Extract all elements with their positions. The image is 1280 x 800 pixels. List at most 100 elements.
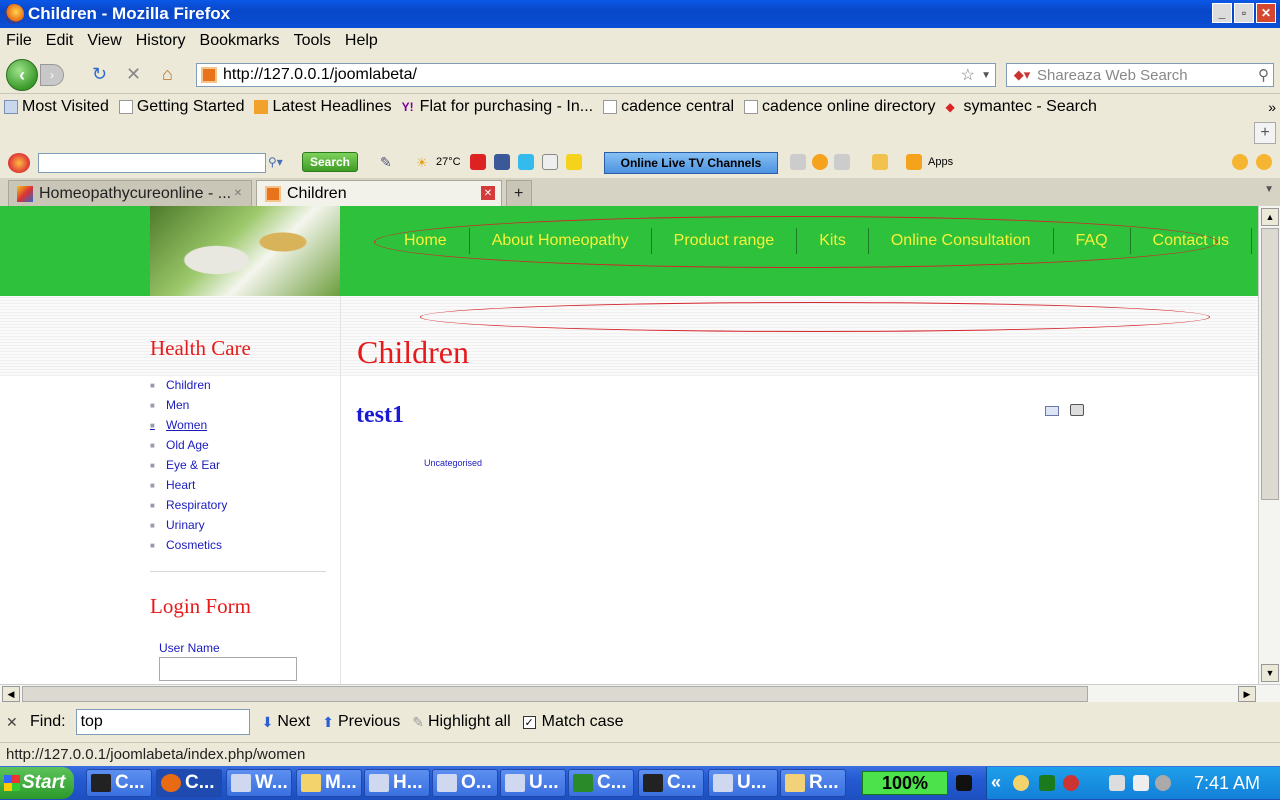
anchor-icon[interactable]: [542, 154, 558, 170]
category-link[interactable]: Uncategorised: [424, 458, 482, 468]
new-tab-button[interactable]: +: [506, 180, 532, 206]
tray-security-icon[interactable]: [1063, 775, 1079, 791]
taskbar-item-c-chart[interactable]: C...: [568, 769, 634, 797]
music-icon[interactable]: [790, 154, 806, 170]
find-previous-button[interactable]: ⬆ Previous: [322, 713, 400, 731]
apps-label[interactable]: Apps: [928, 156, 953, 168]
addon-search-button[interactable]: Search: [302, 152, 358, 172]
user-name-input[interactable]: [159, 657, 297, 681]
sidebar-item-women[interactable]: ■ Women: [150, 415, 326, 435]
horizontal-scroll-thumb[interactable]: [22, 686, 1088, 702]
highlight-all-button[interactable]: ✎ Highlight all: [412, 713, 510, 731]
more-bookmarks-chevron-icon[interactable]: »: [1268, 99, 1276, 115]
tray-expand-arrows-icon[interactable]: «: [991, 772, 1001, 793]
minimize-button[interactable]: _: [1212, 3, 1232, 23]
taskbar-item-firefox[interactable]: C...: [156, 769, 222, 797]
tray-clock-icon[interactable]: [1013, 775, 1029, 791]
taskbar-item-r[interactable]: R...: [780, 769, 846, 797]
vertical-scrollbar[interactable]: ▲ ▼: [1258, 206, 1280, 684]
menu-view[interactable]: View: [87, 32, 121, 50]
tools-icon[interactable]: ✎: [380, 154, 392, 171]
sidebar-item-heart[interactable]: ■ Heart: [150, 475, 326, 495]
taskbar-item-u-2[interactable]: U...: [708, 769, 778, 797]
taskbar-item-cmd-2[interactable]: C...: [638, 769, 704, 797]
close-find-bar-icon[interactable]: ✕: [6, 714, 20, 731]
tray-network-icon[interactable]: [1039, 775, 1055, 791]
volume-icon[interactable]: [834, 154, 850, 170]
menu-history[interactable]: History: [136, 32, 186, 50]
horizontal-scrollbar[interactable]: ◀ ▶: [0, 684, 1280, 702]
scroll-left-arrow-icon[interactable]: ◀: [2, 686, 20, 702]
menu-edit[interactable]: Edit: [46, 32, 74, 50]
stop-icon[interactable]: ✕: [126, 64, 141, 85]
back-button[interactable]: ‹: [6, 59, 38, 91]
match-case-checkbox[interactable]: ✓ Match case: [522, 713, 623, 731]
sidebar-item-men[interactable]: ■ Men: [150, 395, 326, 415]
power-plug-icon[interactable]: [956, 775, 972, 791]
taskbar-item-w[interactable]: W...: [226, 769, 292, 797]
web-search-box[interactable]: ◆▾ Shareaza Web Search ⚲: [1006, 63, 1274, 87]
weather-icon[interactable]: ☀: [416, 155, 428, 171]
tray-flag-icon[interactable]: [1133, 775, 1149, 791]
reload-icon[interactable]: ↻: [92, 64, 107, 85]
menu-help[interactable]: Help: [345, 32, 378, 50]
play-icon[interactable]: [812, 154, 828, 170]
battery-indicator[interactable]: 100%: [862, 771, 948, 795]
tray-disconnected-icon[interactable]: [1109, 775, 1125, 791]
addon-search-input[interactable]: [38, 153, 266, 173]
article-title-link[interactable]: test1: [356, 402, 404, 429]
youtube-icon[interactable]: [470, 154, 486, 170]
email-icon[interactable]: [1045, 406, 1059, 416]
addon-search-icon[interactable]: ⚲▾: [268, 155, 283, 169]
find-next-button[interactable]: ⬇ Next: [262, 713, 311, 731]
bookmark-most-visited[interactable]: Most Visited: [4, 98, 109, 116]
print-icon[interactable]: [1070, 404, 1084, 416]
apps-plus-icon[interactable]: [906, 154, 922, 170]
close-tab-icon[interactable]: ✕: [231, 186, 245, 200]
facebook-icon[interactable]: [494, 154, 510, 170]
twitter-icon[interactable]: [518, 154, 534, 170]
close-window-button[interactable]: ✕: [1256, 3, 1276, 23]
menu-file[interactable]: File: [6, 32, 32, 50]
addon-plus-icon[interactable]: [1232, 154, 1248, 170]
toolbar-logo-icon[interactable]: [8, 153, 30, 173]
ebay-icon[interactable]: [566, 154, 582, 170]
sidebar-item-eye-ear[interactable]: ■ Eye & Ear: [150, 455, 326, 475]
forward-button[interactable]: ›: [40, 64, 64, 86]
url-dropdown-icon[interactable]: ▼: [981, 70, 991, 81]
taskbar-item-h[interactable]: H...: [364, 769, 430, 797]
tab-children[interactable]: Children ✕: [256, 180, 502, 206]
add-toolbar-plus-icon[interactable]: +: [1254, 122, 1276, 144]
bookmark-cadence-directory[interactable]: cadence online directory: [744, 98, 935, 116]
sidebar-item-urinary[interactable]: ■ Urinary: [150, 515, 326, 535]
sidebar-item-respiratory[interactable]: ■ Respiratory: [150, 495, 326, 515]
bookmark-latest-headlines[interactable]: Latest Headlines: [254, 98, 392, 116]
start-button[interactable]: Start: [0, 767, 74, 799]
home-icon[interactable]: ⌂: [162, 64, 173, 85]
close-tab-icon[interactable]: ✕: [481, 186, 495, 200]
tab-homeopathycureonline[interactable]: Homeopathycureonline - ... ✕: [8, 180, 252, 206]
search-engine-icon[interactable]: ◆▾: [1007, 64, 1037, 86]
taskbar-item-cmd-1[interactable]: C...: [86, 769, 152, 797]
taskbar-item-u-1[interactable]: U...: [500, 769, 566, 797]
scroll-up-arrow-icon[interactable]: ▲: [1261, 208, 1279, 226]
bookmark-flat-purchasing[interactable]: Y! Flat for purchasing - In...: [402, 98, 593, 116]
taskbar-item-o[interactable]: O...: [432, 769, 498, 797]
search-icon[interactable]: ⚲: [1258, 66, 1269, 84]
vertical-scroll-thumb[interactable]: [1261, 228, 1279, 500]
mail-icon[interactable]: [872, 154, 888, 170]
bookmark-star-icon[interactable]: ☆: [961, 65, 975, 85]
url-text[interactable]: http://127.0.0.1/joomlabeta/: [223, 66, 417, 84]
taskbar-item-m[interactable]: M...: [296, 769, 362, 797]
sidebar-item-old-age[interactable]: ■ Old Age: [150, 435, 326, 455]
tray-app-icon[interactable]: [1155, 775, 1171, 791]
menu-tools[interactable]: Tools: [294, 32, 331, 50]
menu-bookmarks[interactable]: Bookmarks: [200, 32, 280, 50]
online-tv-button[interactable]: Online Live TV Channels: [604, 152, 778, 174]
url-bar[interactable]: http://127.0.0.1/joomlabeta/ ☆ ▼: [196, 63, 996, 87]
find-input[interactable]: top: [75, 709, 250, 735]
addon-search-circle-icon[interactable]: [1256, 154, 1272, 170]
bookmark-getting-started[interactable]: Getting Started: [118, 98, 244, 116]
scroll-down-arrow-icon[interactable]: ▼: [1261, 664, 1279, 682]
scroll-right-arrow-icon[interactable]: ▶: [1238, 686, 1256, 702]
